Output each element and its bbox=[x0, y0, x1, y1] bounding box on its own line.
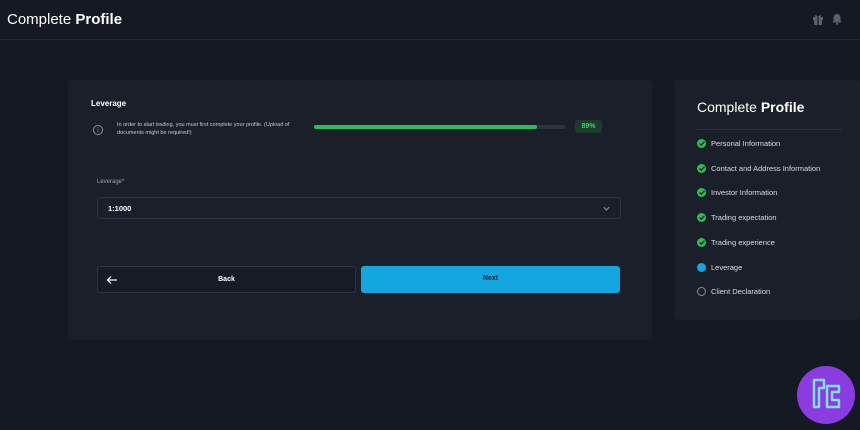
step-label: Client Declaration bbox=[711, 287, 771, 296]
page-title-bold: Profile bbox=[75, 11, 123, 28]
step-item: Leverage bbox=[697, 262, 857, 272]
chevron-down-icon bbox=[603, 206, 610, 211]
empty-circle-icon bbox=[697, 287, 706, 296]
info-text: In order to start trading, you must firs… bbox=[117, 122, 290, 136]
next-button-label: Next bbox=[482, 275, 499, 282]
check-circle-icon bbox=[697, 188, 706, 197]
steps-title-regular: Complete bbox=[697, 99, 757, 115]
top-bar: Complete Profile bbox=[0, 0, 860, 40]
step-label: Personal Information bbox=[711, 139, 781, 148]
bell-icon[interactable] bbox=[830, 12, 844, 26]
step-item: Client Declaration bbox=[697, 286, 857, 296]
check-circle-icon bbox=[697, 139, 706, 148]
brand-logo bbox=[797, 366, 855, 424]
check-circle-icon bbox=[697, 213, 706, 222]
info-icon: i bbox=[93, 125, 103, 135]
step-item: Investor Information bbox=[697, 187, 857, 197]
step-label: Trading experience bbox=[711, 238, 775, 247]
leverage-form-card: Leverage i In order to start trading, yo… bbox=[68, 80, 652, 340]
page-title: Complete Profile bbox=[7, 11, 122, 28]
step-label: Investor Information bbox=[711, 188, 778, 197]
step-item: Trading experience bbox=[697, 237, 857, 247]
current-step-dot-icon bbox=[697, 263, 706, 272]
back-button-label: Back bbox=[218, 276, 235, 283]
leverage-select-value: 1:1000 bbox=[108, 204, 132, 213]
steps-panel-title: Complete Profile bbox=[697, 99, 804, 115]
divider bbox=[697, 129, 842, 130]
progress-fill bbox=[314, 125, 538, 129]
steps-title-bold: Profile bbox=[760, 99, 805, 115]
step-item: Trading expectation bbox=[697, 212, 857, 222]
check-circle-icon bbox=[697, 164, 706, 173]
leverage-select[interactable]: 1:1000 bbox=[97, 197, 621, 219]
step-label: Trading expectation bbox=[711, 213, 777, 222]
section-title: Leverage bbox=[91, 99, 127, 108]
next-button[interactable]: Next bbox=[361, 266, 620, 293]
step-label: Leverage bbox=[711, 263, 743, 272]
step-item: Contact and Address Information bbox=[697, 163, 857, 173]
leverage-label: Leverage* bbox=[97, 179, 125, 185]
step-label: Contact and Address Information bbox=[711, 164, 821, 173]
back-button[interactable]: Back bbox=[97, 266, 356, 293]
page-title-regular: Complete bbox=[7, 11, 72, 28]
profile-progress-bar bbox=[314, 125, 565, 129]
gift-icon[interactable] bbox=[811, 12, 825, 26]
profile-steps-panel: Complete Profile Personal Information Co… bbox=[675, 80, 860, 320]
progress-percent-badge: 89% bbox=[575, 120, 602, 133]
check-circle-icon bbox=[697, 238, 706, 247]
step-item: Personal Information bbox=[697, 138, 857, 148]
